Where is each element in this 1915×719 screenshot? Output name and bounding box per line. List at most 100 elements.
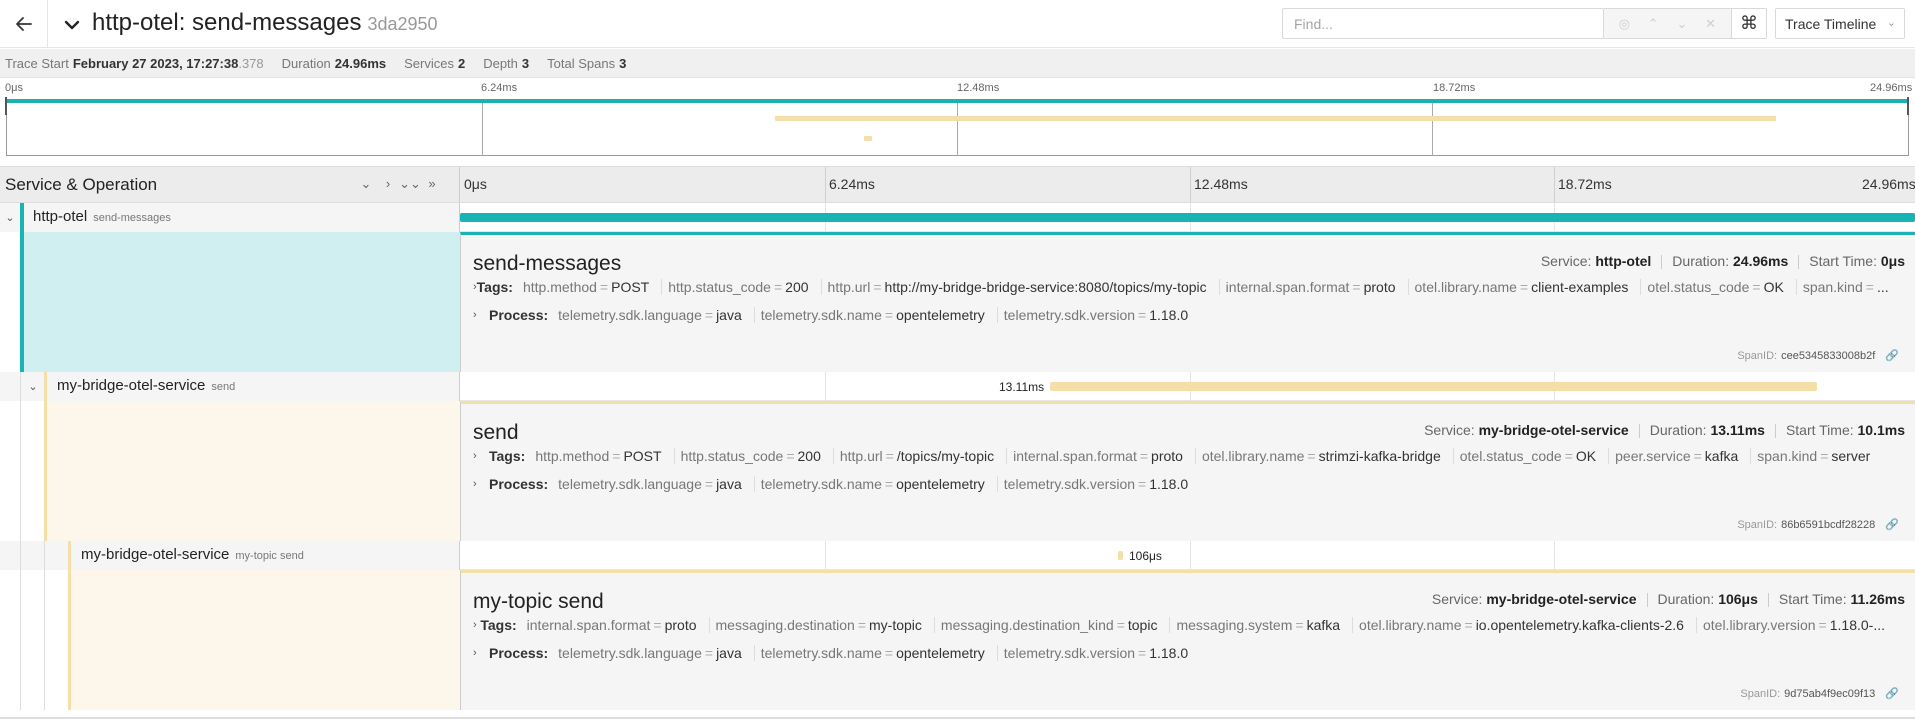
kv-equals: = [1116,617,1125,633]
key-value-pair: messaging.system = kafka [1176,617,1354,633]
span-id-value: 9d75ab4f9ec09f13 [1784,688,1876,700]
expand-all-icon[interactable]: » [421,176,443,192]
chevron-right-icon[interactable]: › [473,309,489,321]
key-value-pair: peer.service = kafka [1615,448,1752,464]
kv-key: http.method [522,279,597,295]
total-spans-label: Total Spans [547,55,616,71]
kv-value: java [716,476,742,492]
clear-search-icon[interactable]: ✕ [1702,16,1720,32]
minimap-tick: 0μs [5,82,23,94]
span-id-label: SpanID: [1740,688,1781,700]
chevron-right-icon[interactable]: › [473,619,480,631]
kv-value: kafka [1306,617,1341,633]
span-name-cell[interactable]: ⌄ my-bridge-otel-service send [0,372,460,401]
span-detail-meta: Service: http-otel Duration: 24.96ms Start… [1541,253,1905,270]
timeline-tick: 12.48ms [1194,176,1248,192]
trace-collapse-toggle[interactable] [62,15,82,35]
kv-key: otel.library.name [1359,617,1462,633]
keyboard-shortcuts-button[interactable]: ⌘ [1731,8,1767,39]
span-bar-cell[interactable]: 13.11ms [460,372,1915,401]
kv-key: http.url [827,279,871,295]
chevron-right-icon[interactable]: › [473,647,489,659]
minimap-handle-right[interactable] [1907,97,1909,115]
kv-equals: = [857,617,866,633]
link-icon[interactable]: 🔗 [1885,688,1899,700]
chevron-right-icon[interactable]: › [473,478,489,490]
key-value-pair: telemetry.sdk.name = opentelemetry [760,645,998,661]
timeline-tick: 0μs [464,176,487,192]
service-meta-value: my-bridge-otel-service [1486,591,1637,607]
minimap-tick: 6.24ms [481,82,518,94]
trace-duration: Duration 24.96ms [282,56,386,71]
kv-value: opentelemetry [896,307,985,323]
tags-summary[interactable]: › Tags: internal.span.format = proto messag… [473,615,1903,635]
kv-equals: = [1820,448,1829,464]
operation-label: send [211,381,236,393]
key-value-pair: otel.library.name = strimzi-kafka-bridge [1201,448,1454,464]
tags-label: Tags: [489,448,526,464]
span-bar[interactable] [460,213,1915,222]
tags-summary[interactable]: › Tags: http.method = POST http.status_code… [473,277,1903,297]
span-row-my-topic-send[interactable]: my-bridge-otel-service my-topic send 106μ… [0,541,1915,570]
collapse-all-icon[interactable]: ⌄⌄ [399,176,421,192]
timeline-gridline [1554,167,1555,202]
kv-value: OK [1763,279,1784,295]
caret-down-icon: ⌄ [1886,17,1896,29]
span-bar-cell[interactable]: 106μs [460,541,1915,570]
find-field[interactable] [1282,8,1604,39]
process-label: Process: [489,476,549,492]
find-input[interactable] [1283,9,1603,38]
service-meta-value: my-bridge-otel-service [1478,422,1629,438]
tags-summary[interactable]: › Tags: http.method = POST http.status_code… [473,446,1903,466]
span-bar-cell[interactable] [460,203,1915,232]
indent-area [0,570,68,710]
process-summary[interactable]: › Process: telemetry.sdk.language = java te… [473,643,1903,663]
service-operation-header: Service & Operation ⌄ › ⌄⌄ » [0,167,460,202]
span-bar[interactable] [1118,551,1123,560]
process-summary[interactable]: › Process: telemetry.sdk.language = java te… [473,474,1903,494]
back-button[interactable] [0,0,48,48]
trace-start-label: Trace Start [5,55,69,71]
minimap-handle-left[interactable] [5,97,7,115]
kv-equals: = [612,448,621,464]
span-bar[interactable] [1050,382,1817,391]
start-meta-value: 0μs [1880,253,1905,269]
prev-result-icon[interactable]: ⌃ [1644,16,1662,32]
minimap-tick: 24.96ms [1870,82,1913,94]
key-value-pair: span.kind = server [1757,448,1882,464]
chevron-right-icon[interactable]: › [473,450,489,462]
expand-one-icon[interactable]: › [377,176,399,192]
services-label: Services [404,55,454,71]
key-value-pair: http.url =/topics/my-topic [839,448,1008,464]
span-name-cell[interactable]: ⌄ http-otel send-messages [0,203,460,232]
process-summary[interactable]: › Process: telemetry.sdk.language = java te… [473,305,1903,325]
span-detail-panel: send Service: my-bridge-otel-service Dura… [460,401,1915,541]
kv-equals: = [704,645,714,661]
span-row-send-messages[interactable]: ⌄ http-otel send-messages [0,203,1915,232]
kv-equals: = [885,448,894,464]
kv-equals: = [884,476,894,492]
chevron-down-icon[interactable]: ⌄ [3,210,17,224]
link-icon[interactable]: 🔗 [1885,350,1899,362]
link-icon[interactable]: 🔗 [1885,519,1899,531]
span-detail-my-topic-send: my-topic send Service: my-bridge-otel-se… [0,570,1915,710]
row-gridline [825,541,826,570]
span-row-send[interactable]: ⌄ my-bridge-otel-service send 13.11ms [0,372,1915,401]
kv-equals: = [1139,448,1149,464]
key-value-pair: otel.library.name = io.opentelemetry.kafka… [1359,617,1697,633]
minimap-gridline [482,99,483,156]
kv-value: server [1831,448,1871,464]
chevron-down-icon[interactable]: ⌄ [26,379,40,393]
kv-key: http.status_code [668,279,771,295]
kv-key: otel.status_code [1647,279,1750,295]
kv-equals: = [1138,476,1147,492]
span-id-value: cee5345833008b2f [1781,350,1876,362]
span-name-cell[interactable]: my-bridge-otel-service my-topic send [0,541,460,570]
view-selector[interactable]: Trace Timeline ⌄ [1775,8,1905,39]
focus-result-icon[interactable]: ◎ [1615,16,1633,32]
collapse-one-icon[interactable]: ⌄ [355,176,377,192]
kv-equals: = [1307,448,1316,464]
next-result-icon[interactable]: ⌄ [1673,16,1691,32]
kv-key: messaging.system [1176,617,1293,633]
indent-guide [20,570,21,710]
